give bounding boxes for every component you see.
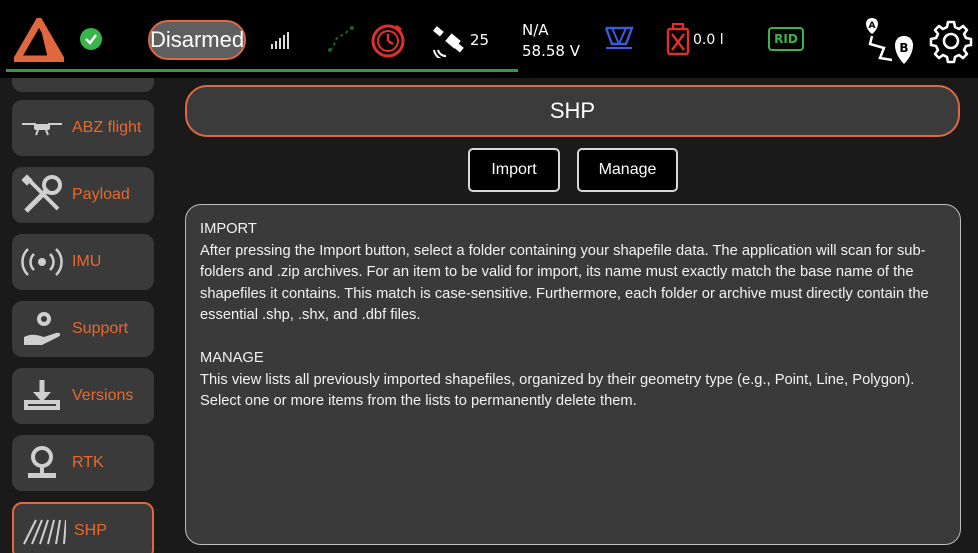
download-icon	[12, 368, 72, 424]
top-status-bar: Disarmed 25 N/A 58.58 V 0.0 l RID A B	[0, 0, 978, 78]
manage-heading: MANAGE	[200, 350, 264, 366]
fuel-tank-icon[interactable]	[665, 22, 691, 56]
signal-strength-icon	[270, 30, 294, 50]
battery-readout[interactable]: N/A 58.58 V	[522, 18, 592, 64]
location-icon	[12, 435, 72, 491]
sidebar-item-label: SHP	[74, 522, 107, 539]
sidebar-item-imu[interactable]: IMU	[12, 234, 154, 290]
sidebar-item-abz-flight[interactable]: ABZ flight	[12, 100, 154, 156]
sidebar-item-support[interactable]: Support	[12, 301, 154, 357]
tools-icon	[12, 167, 72, 223]
timer-icon[interactable]	[368, 20, 408, 60]
check-circle-icon[interactable]	[80, 28, 102, 50]
path-trace-icon[interactable]	[326, 24, 356, 54]
satellite-count: 25	[470, 31, 490, 49]
svg-text:A: A	[869, 21, 876, 31]
tank-level-text: 0.0 l	[693, 32, 724, 48]
svg-text:B: B	[899, 41, 908, 55]
sidebar-item-label: Support	[72, 320, 129, 337]
sidebar-item-label: Versions	[72, 387, 134, 404]
sidebar-item-label: Payload	[72, 186, 130, 203]
sidebar-item-rtk[interactable]: RTK	[12, 435, 154, 491]
broadcast-icon	[12, 234, 72, 290]
arm-status-button[interactable]: Disarmed	[148, 20, 246, 60]
field-icon	[14, 503, 74, 553]
sidebar-item-shp[interactable]: SHP	[12, 502, 154, 553]
drone-icon	[12, 100, 72, 156]
import-button[interactable]: Import	[468, 148, 560, 192]
readout-top-text: N/A	[522, 21, 549, 39]
manage-button[interactable]: Manage	[577, 148, 678, 192]
import-heading: IMPORT	[200, 221, 257, 237]
manage-description: This view lists all previously imported …	[200, 371, 915, 410]
support-icon	[12, 301, 72, 357]
remote-id-badge[interactable]: RID	[768, 27, 804, 51]
app-logo[interactable]	[14, 18, 64, 62]
sidebar-item-versions[interactable]: Versions	[12, 368, 154, 424]
a-b-route-icon[interactable]: A B	[862, 14, 918, 70]
sidebar-item-payload[interactable]: Payload	[12, 167, 154, 223]
sidebar-item-label: ABZ flight	[72, 119, 142, 136]
sidebar-item-label: IMU	[72, 253, 102, 270]
spreader-icon[interactable]	[604, 24, 634, 52]
sidebar-item-label: RTK	[72, 454, 104, 471]
connection-progress-line	[6, 69, 518, 72]
gear-icon[interactable]	[928, 18, 974, 64]
import-description: After pressing the Import button, select…	[200, 242, 929, 324]
help-text-panel: IMPORT After pressing the Import button,…	[185, 204, 961, 545]
page-title: SHP	[185, 85, 960, 137]
voltage-text: 58.58 V	[522, 42, 580, 60]
sidebar: ABZ flight Payload IMU Support Versions …	[0, 78, 165, 553]
sidebar-item-partial[interactable]	[12, 78, 154, 92]
satellite-icon[interactable]	[430, 22, 466, 58]
